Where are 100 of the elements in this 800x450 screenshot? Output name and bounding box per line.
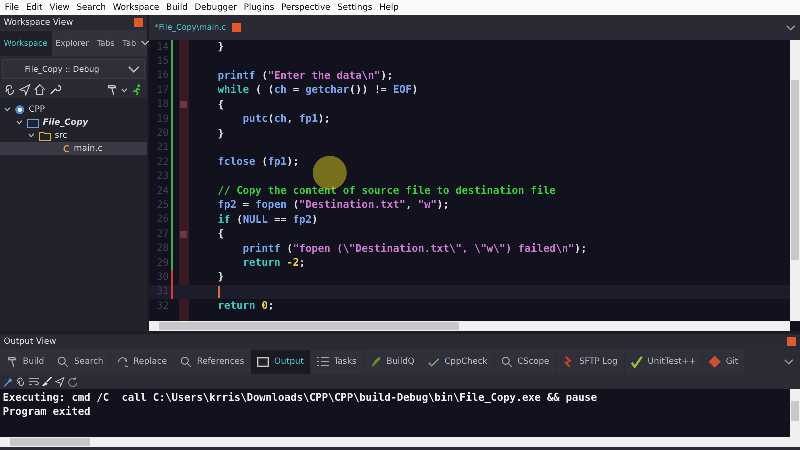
menu-item[interactable]: Build: [164, 2, 193, 12]
output-tab[interactable]: SFTP Log: [556, 349, 624, 375]
menu-item[interactable]: Perspective: [279, 2, 336, 12]
workspace-tab[interactable]: Tabs: [93, 30, 119, 56]
console-line: Executing: cmd /C call C:\Users\krris\Downloads\CPP\CPP\build-Debug\bin\File_Copy.exe && pause: [3, 391, 598, 405]
vertical-scrollbar[interactable]: [790, 389, 800, 437]
running-man-icon[interactable]: [131, 84, 143, 96]
hammer-icon: [6, 356, 18, 368]
menu-item[interactable]: View: [48, 2, 75, 12]
code-line: printf ("fopen (\"Destination.txt\", \"w\") failed\n");: [242, 242, 588, 255]
line-number: 23: [156, 171, 170, 182]
output-tab[interactable]: Git: [703, 349, 744, 375]
menu-item[interactable]: Edit: [24, 2, 48, 12]
search-icon: [57, 356, 70, 368]
text-caret: [218, 286, 220, 298]
project-dropdown[interactable]: File_Copy :: Debug: [2, 59, 145, 79]
chevron-down-icon[interactable]: [121, 88, 128, 92]
code-line: {: [217, 98, 224, 111]
c-file-icon: [63, 144, 70, 152]
link-icon[interactable]: [4, 84, 16, 96]
tree-item[interactable]: main.c: [0, 142, 147, 155]
diamond-icon: [709, 356, 722, 368]
chevron-down-icon[interactable]: [128, 66, 140, 72]
line-number: 17: [156, 84, 170, 96]
output-tab[interactable]: UnitTest++: [624, 349, 702, 375]
line-number: 19: [156, 114, 170, 125]
output-tab[interactable]: Tasks: [310, 350, 363, 374]
line-number: 24: [156, 186, 170, 197]
output-tab[interactable]: References: [174, 349, 250, 375]
tree-item[interactable]: CPP: [0, 103, 147, 116]
search-icon: [500, 356, 513, 368]
tree-item[interactable]: File_Copy: [0, 116, 147, 129]
code-line: while ( (ch = getchar()) != EOF): [217, 84, 418, 96]
tree-item[interactable]: src: [0, 129, 147, 142]
workspace-tab[interactable]: Explorer: [52, 30, 94, 56]
line-number: 15: [156, 56, 170, 68]
output-tab[interactable]: CppCheck: [422, 349, 494, 375]
output-tab[interactable]: Output: [251, 350, 310, 374]
code-line: // Copy the content of source file to destination file: [217, 185, 556, 198]
line-number: 22: [156, 156, 170, 168]
output-tab[interactable]: CScope: [494, 349, 556, 375]
workspace-tab[interactable]: Tab: [118, 30, 140, 56]
output-tab[interactable]: BuildQ: [364, 349, 421, 375]
replace-icon: [116, 356, 129, 368]
refresh-icon[interactable]: [68, 377, 78, 387]
code-line: return -2;: [242, 257, 306, 270]
menu-item[interactable]: Debugger: [192, 2, 242, 12]
line-number: 14: [156, 42, 170, 53]
code-line: fclose (fp1);: [217, 156, 300, 168]
search-icon: [180, 356, 192, 368]
chevron-down-icon[interactable]: [141, 40, 150, 46]
chevron-icon[interactable]: [28, 133, 35, 138]
chevron-down-icon[interactable]: [784, 359, 794, 365]
console-line: Program exited: [3, 405, 92, 419]
horizontal-scrollbar[interactable]: [0, 437, 800, 447]
menu-item[interactable]: Search: [74, 2, 112, 12]
output-tab[interactable]: Search: [51, 349, 110, 375]
send-icon[interactable]: [19, 84, 31, 96]
panel-title: Output View: [4, 336, 56, 346]
output-tab[interactable]: Replace: [110, 349, 174, 375]
code-line: }: [217, 128, 224, 140]
list-icon: [316, 357, 329, 367]
project-icon: [27, 118, 39, 128]
code-line: }: [217, 41, 224, 54]
menu-item[interactable]: Help: [378, 2, 404, 12]
line-number: 16: [156, 70, 170, 82]
code-line: fp2 = fopen ("Destination.txt", "w");: [217, 199, 450, 212]
menu-item[interactable]: Workspace: [111, 2, 165, 12]
code-line: {: [217, 228, 224, 240]
chevron-icon[interactable]: [16, 120, 23, 125]
line-number: 27: [156, 228, 170, 240]
file-tab[interactable]: *File_Copy\main.c: [149, 15, 232, 40]
folder-icon: [39, 130, 51, 140]
link-icon[interactable]: [16, 377, 26, 387]
menu-item[interactable]: Settings: [336, 2, 378, 12]
brush-icon[interactable]: [42, 377, 52, 387]
menu-item[interactable]: File: [3, 2, 24, 12]
line-number: 21: [156, 142, 170, 154]
terminal-icon: [257, 357, 270, 367]
home-icon[interactable]: [34, 84, 46, 96]
workspace-icon: [15, 104, 25, 114]
line-number: 20: [156, 128, 170, 140]
code-line: if (NULL == fp2): [217, 214, 318, 226]
line-number: 28: [156, 243, 170, 254]
close-icon[interactable]: [232, 23, 242, 32]
line-number: 32: [156, 300, 170, 312]
vertical-scrollbar[interactable]: [790, 40, 800, 321]
line-number: 26: [156, 214, 170, 226]
chevron-icon[interactable]: [4, 107, 11, 112]
hammer-icon[interactable]: [106, 84, 118, 96]
code-line: printf ("Enter the data\n");: [217, 70, 394, 82]
chevron-down-icon[interactable]: [786, 24, 796, 30]
menu-item[interactable]: Plugins: [242, 2, 280, 12]
line-number: 18: [156, 99, 170, 110]
word-wrap-icon[interactable]: [29, 377, 39, 387]
output-tab[interactable]: Build: [0, 349, 50, 375]
horizontal-scrollbar[interactable]: [149, 321, 790, 331]
line-number: 29: [156, 258, 170, 269]
send-icon[interactable]: [55, 377, 65, 387]
workspace-tab[interactable]: Workspace: [0, 30, 52, 56]
